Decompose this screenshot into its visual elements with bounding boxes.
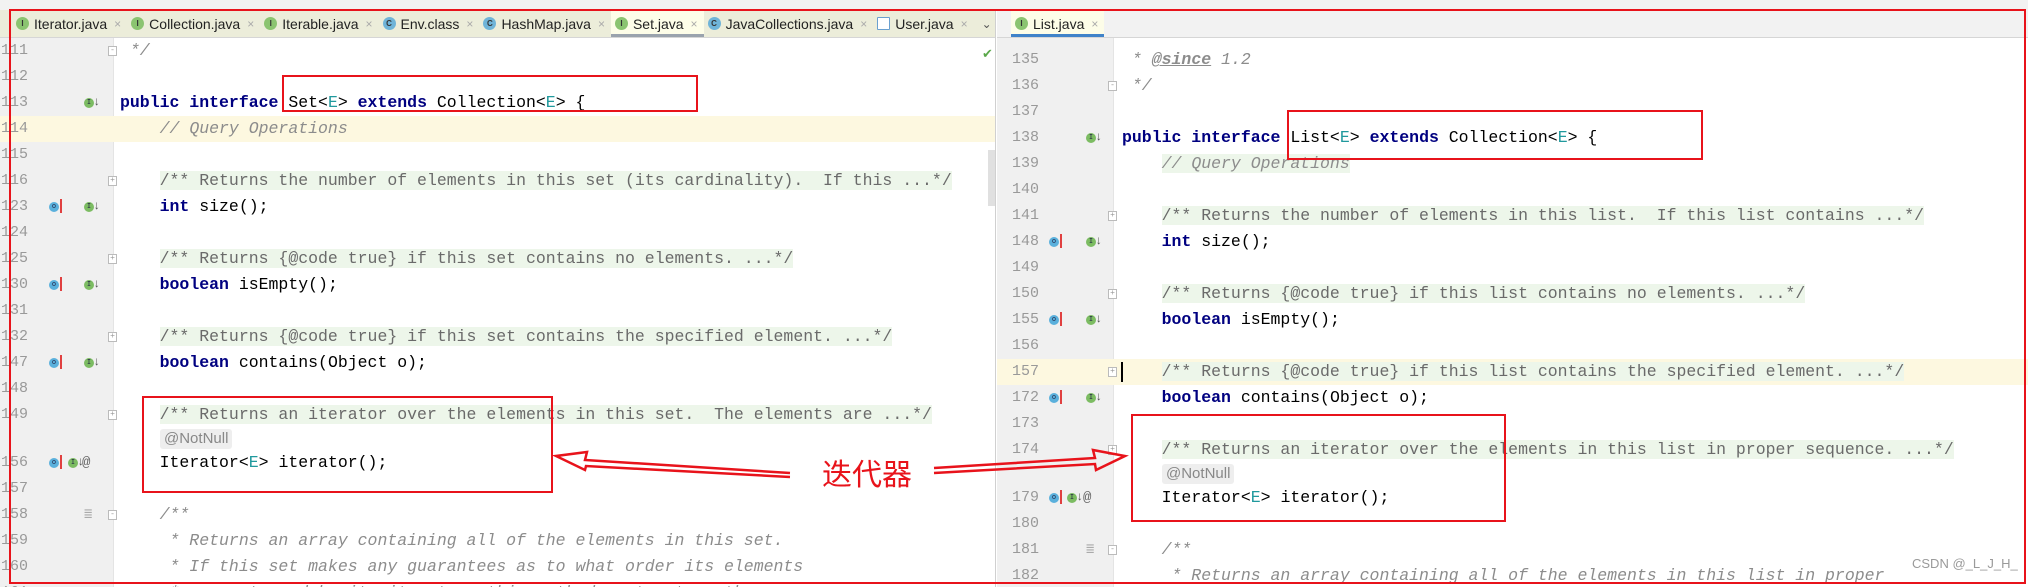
arrow-left-icon: [551, 450, 791, 479]
annotation-arrows: [551, 448, 1129, 479]
annotation-label: 迭代器: [822, 458, 912, 493]
arrow-right-icon: [933, 448, 1129, 475]
watermark: CSDN @_L_J_H_: [1912, 556, 2018, 571]
